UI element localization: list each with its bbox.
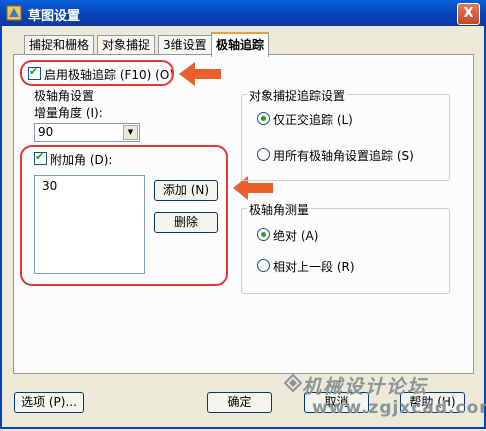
add-angle-button[interactable]: 添加 (N) <box>154 180 218 201</box>
close-button[interactable]: X <box>457 3 480 25</box>
list-item[interactable]: 30 <box>42 179 57 193</box>
absolute-radio[interactable] <box>257 228 270 241</box>
annotation-highlight-enable <box>20 60 174 86</box>
tab-3d-settings[interactable]: 3维设置 <box>158 35 212 55</box>
relative-label[interactable]: 相对上一段 (R) <box>273 258 355 275</box>
additional-angle-checkbox[interactable] <box>34 150 47 165</box>
measurement-group-title: 极轴角测量 <box>247 201 312 218</box>
orthogonal-only-label[interactable]: 仅正交追踪 (L) <box>273 111 353 128</box>
absolute-label[interactable]: 绝对 (A) <box>273 227 318 244</box>
watermark-logo-icon <box>284 374 302 392</box>
tab-object-snap[interactable]: 对象捕捉 <box>97 35 156 55</box>
all-polar-radio[interactable] <box>257 148 270 161</box>
chevron-down-icon[interactable]: ▼ <box>123 125 138 140</box>
tracking-groupbox <box>241 94 450 181</box>
tab-polar-tracking[interactable]: 极轴追踪 <box>211 32 270 57</box>
relative-radio[interactable] <box>257 259 270 272</box>
watermark-text: 机械设计论坛 <box>302 376 429 398</box>
tab-snap-grid[interactable]: 捕捉和栅格 <box>24 35 95 55</box>
increment-angle-select[interactable]: 90 ▼ <box>34 123 140 142</box>
app-icon <box>6 5 22 21</box>
additional-angle-label[interactable]: 附加角 (D): <box>50 151 112 168</box>
increment-angle-label: 增量角度 (I): <box>34 106 103 120</box>
options-button[interactable]: 选项 (P)... <box>14 392 84 413</box>
tracking-group-title: 对象捕捉追踪设置 <box>247 87 348 104</box>
increment-angle-value: 90 <box>38 125 54 139</box>
angle-settings-title: 极轴角设置 <box>34 89 95 103</box>
delete-angle-button[interactable]: 删除 <box>154 212 218 233</box>
watermark-url: www.zgjxcad.com <box>312 398 486 418</box>
orthogonal-only-radio[interactable] <box>257 112 270 125</box>
title-bar: 草图设置 X <box>0 0 486 26</box>
annotation-arrow-icon <box>179 62 221 86</box>
additional-angle-list[interactable]: 30 <box>34 175 145 274</box>
window-title: 草图设置 <box>28 9 81 24</box>
measurement-groupbox <box>241 208 450 294</box>
ok-button[interactable]: 确定 <box>207 392 272 413</box>
watermark: 机械设计论坛 www.zgjxcad.com <box>284 370 486 425</box>
all-polar-label[interactable]: 用所有极轴角设置追踪 (S) <box>273 147 414 164</box>
